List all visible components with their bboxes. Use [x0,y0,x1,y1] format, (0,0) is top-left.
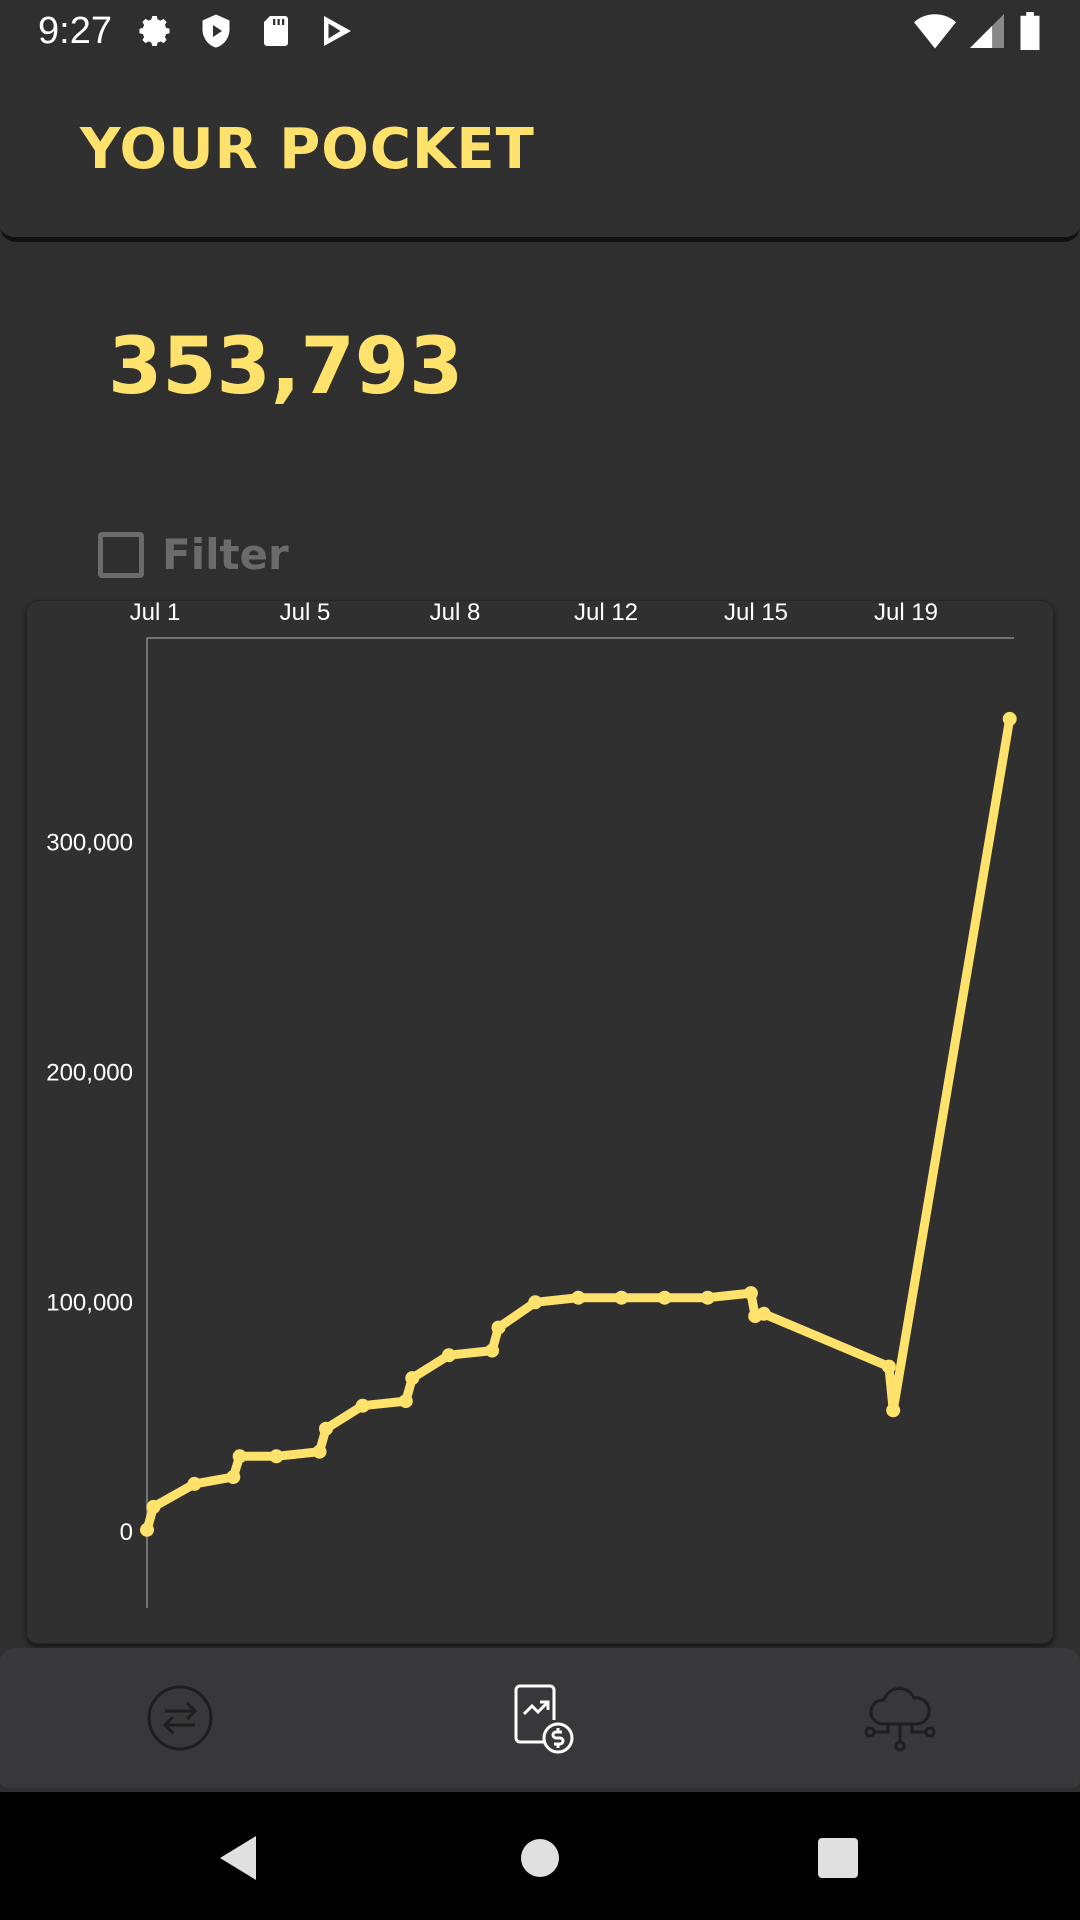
balance-line-chart: Jul 1 Jul 5 Jul 8 Jul 12 Jul 15 Jul 19 0 100,00… [46,600,1017,1608]
data-point [140,1522,154,1537]
status-icons-right [914,12,1042,50]
app-title: YOUR POCKET [80,117,535,182]
data-point [146,1499,161,1514]
x-tick-label: Jul 15 [724,600,788,626]
x-tick-label: Jul 5 [280,600,331,626]
data-point [485,1343,500,1358]
back-button[interactable] [212,1830,268,1886]
data-point [405,1371,420,1386]
data-point [355,1398,370,1413]
y-tick-label: 200,000 [46,1059,133,1086]
statement-money-icon [514,1684,574,1754]
data-point [319,1421,333,1436]
data-point [700,1290,715,1305]
data-point [743,1286,758,1301]
nav-statement[interactable] [490,1668,590,1768]
filter-label: Filter [162,530,289,579]
checkbox-box[interactable] [98,531,144,578]
data-point [881,1359,896,1374]
data-point [441,1348,456,1363]
wifi-icon [914,14,956,49]
series-line [142,714,1015,1535]
recents-button[interactable] [810,1830,866,1886]
nav-transfers[interactable] [130,1668,230,1768]
data-point [398,1394,413,1409]
data-point [269,1449,284,1464]
data-point [886,1403,901,1418]
y-tick-label: 0 [120,1519,133,1546]
app-bar: YOUR POCKET [0,62,1080,242]
x-tick-label: Jul 19 [874,600,938,626]
data-point [1002,711,1017,726]
cloud-network-icon [864,1687,936,1752]
balance-amount: 353,793 [108,322,464,412]
data-point [528,1295,543,1310]
system-navigation-bar [0,1792,1080,1920]
data-point [614,1290,629,1305]
data-point [226,1470,241,1484]
data-point [571,1290,586,1305]
data-point [187,1476,202,1491]
status-time: 9:27 [38,9,112,52]
data-point [232,1449,247,1464]
play-store-icon [323,16,351,46]
data-point [491,1320,506,1335]
screen: 9:27 YOUR POCKET 353,793 Filter Jul 1 Jul… [0,0,1080,1920]
gear-icon [139,16,170,46]
signal-icon [970,14,1004,48]
nav-cloud[interactable] [850,1668,950,1768]
y-tick-label: 100,000 [46,1289,133,1316]
x-tick-label: Jul 8 [430,600,481,626]
bottom-nav [0,1648,1080,1788]
shield-icon [202,14,230,48]
filter-checkbox[interactable]: Filter [98,530,289,579]
chart-panel: Jul 1 Jul 5 Jul 8 Jul 12 Jul 15 Jul 19 0 100,00… [26,600,1054,1644]
status-bar: 9:27 [0,0,1080,62]
data-point [756,1306,771,1321]
y-tick-label: 300,000 [46,830,133,857]
home-button[interactable] [512,1830,568,1886]
x-tick-label: Jul 1 [130,600,181,626]
sd-card-icon [263,16,288,46]
transfer-icon [147,1685,213,1751]
data-point [312,1444,327,1459]
x-tick-label: Jul 12 [574,600,638,626]
data-point [657,1290,672,1305]
battery-icon [1020,12,1040,50]
status-icons-left [138,13,354,49]
